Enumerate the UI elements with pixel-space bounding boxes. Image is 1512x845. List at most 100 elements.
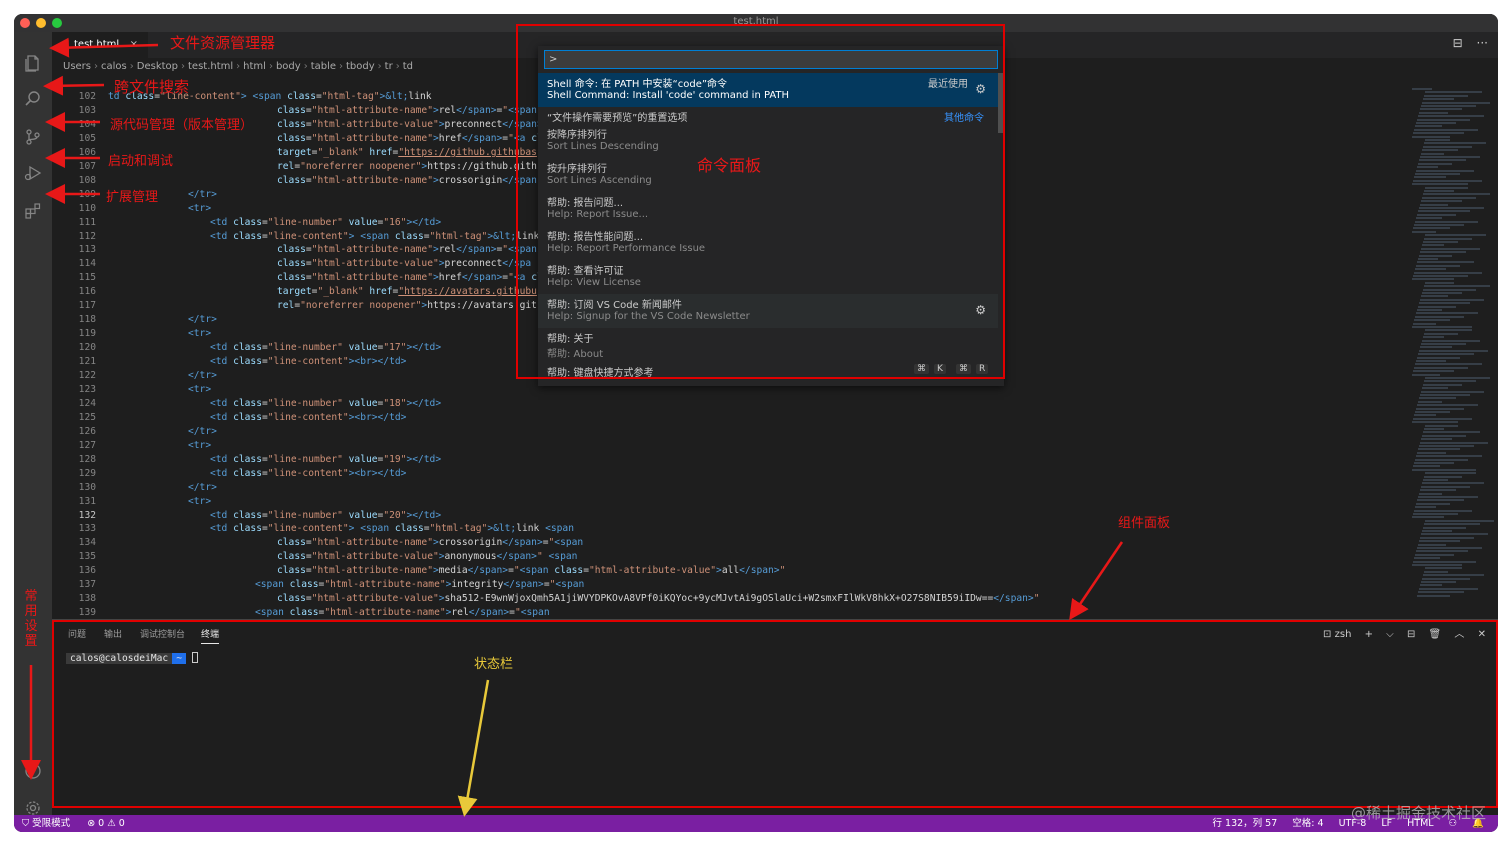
code-token: <td <box>210 467 234 479</box>
more-actions-icon[interactable]: ··· <box>1477 36 1488 50</box>
command-palette-item[interactable]: “文件操作需要预览”的重置选项 其他命令 <box>538 107 998 124</box>
code-line[interactable]: 137 <span class="html-attribute-name">int… <box>52 578 1392 592</box>
minimap-line <box>1415 506 1436 509</box>
breadcrumb-item[interactable]: calos <box>101 61 127 72</box>
minimap-line <box>1421 581 1456 583</box>
minimap-line <box>1419 111 1448 114</box>
extensions-icon[interactable] <box>23 202 43 222</box>
close-panel-icon[interactable]: ✕ <box>1478 629 1486 640</box>
line-number: 135 <box>78 551 96 563</box>
maximize-panel-icon[interactable]: ︿ <box>1454 629 1464 640</box>
palette-scrollbar[interactable] <box>998 73 1004 133</box>
code-token: <span <box>255 607 290 619</box>
breadcrumb-separator-icon: › <box>377 61 382 72</box>
code-line[interactable]: 131 <tr> <box>52 495 1392 509</box>
minimap-line <box>1415 553 1454 556</box>
code-line[interactable]: 130 </tr> <box>52 481 1392 495</box>
line-number: 123 <box>78 383 96 395</box>
accounts-icon[interactable] <box>23 762 43 782</box>
terminal-shell-selector[interactable]: ⊡ zsh <box>1323 629 1351 640</box>
window-title: test.html <box>733 16 779 27</box>
configure-keybinding-gear-icon[interactable]: ⚙ <box>975 82 986 96</box>
minimap-line <box>1414 128 1478 131</box>
command-palette-item[interactable]: 帮助: 键盘快捷方式参考 ⌘ K ⌘ R <box>538 362 998 379</box>
tab-test-html[interactable]: test.html × <box>52 32 148 58</box>
breadcrumb-item[interactable]: test.html <box>188 61 233 72</box>
breadcrumb-item[interactable]: tbody <box>346 61 375 72</box>
code-line[interactable]: 136 class="html-attribute-name">media</sp… <box>52 564 1392 578</box>
command-palette-item[interactable]: 按升序排列行 Sort Lines Ascending <box>538 158 998 192</box>
breadcrumb-item[interactable]: tr <box>385 61 393 72</box>
new-terminal-icon[interactable]: + <box>1365 629 1373 640</box>
command-palette-item[interactable]: 帮助: 查看许可证 Help: View License <box>538 260 998 294</box>
kill-terminal-icon[interactable]: 🗑 <box>1429 629 1442 640</box>
minimap-line <box>1423 98 1454 101</box>
terminal-prompt[interactable]: calos@calosdeiMac ~ <box>66 652 198 664</box>
breadcrumb-item[interactable]: Users <box>63 61 91 72</box>
minimap-line <box>1421 247 1480 250</box>
minimap-line <box>1421 485 1470 488</box>
run-debug-icon[interactable] <box>23 164 43 184</box>
minimap-line <box>1423 288 1476 291</box>
code-token: class <box>233 342 262 354</box>
command-palette-item[interactable]: Shell 命令: 在 PATH 中安装“code”命令 Shell Comman… <box>538 73 998 107</box>
tab-terminal[interactable]: 终端 <box>201 627 220 644</box>
code-token: <td <box>210 453 234 465</box>
split-editor-icon[interactable]: ⊟ <box>1453 36 1463 50</box>
command-palette-item[interactable]: 按降序排列行 Sort Lines Descending <box>538 124 998 158</box>
command-palette-item[interactable]: 帮助: 关于 帮助: About <box>538 328 998 362</box>
minimap-line <box>1416 312 1478 315</box>
code-token: "17" <box>383 342 407 354</box>
code-line[interactable]: 132 <td class="line-number" value="20"></… <box>52 509 1392 523</box>
tab-debug-console[interactable]: 调试控制台 <box>140 627 185 640</box>
restricted-mode-indicator[interactable]: ⛉ 受限模式 <box>22 818 70 829</box>
code-token: class <box>394 230 424 242</box>
breadcrumb-item[interactable]: html <box>243 61 266 72</box>
code-line[interactable]: 135 class="html-attribute-value">anonymou… <box>52 550 1392 564</box>
code-line[interactable]: 124 <td class="line-number" value="18"></… <box>52 397 1392 411</box>
command-palette-item[interactable]: 帮助: 订阅 VS Code 新闻邮件 Help: Signup for the … <box>538 294 998 328</box>
explorer-icon[interactable] <box>23 54 43 74</box>
code-line[interactable]: 133 <td class="line-content"> <span class… <box>52 522 1392 536</box>
command-palette-input[interactable]: > <box>544 50 998 69</box>
tab-output[interactable]: 输出 <box>104 627 122 640</box>
tab-close-icon[interactable]: × <box>130 32 138 58</box>
breadcrumb-item[interactable]: td <box>403 61 413 72</box>
other-commands-link[interactable]: 其他命令 <box>944 109 984 124</box>
code-token: class <box>277 537 306 549</box>
terminal-cursor <box>191 652 198 663</box>
code-token: class <box>277 593 306 605</box>
line-number: 126 <box>78 425 96 437</box>
search-icon[interactable] <box>23 90 43 110</box>
cursor-position[interactable]: 行 132，列 57 <box>1213 818 1278 829</box>
line-number: 134 <box>78 537 96 549</box>
code-line[interactable]: 134 class="html-attribute-name">crossorig… <box>52 536 1392 550</box>
breadcrumb-item[interactable]: Desktop <box>137 61 178 72</box>
configure-keybinding-gear-icon[interactable]: ⚙ <box>975 303 986 317</box>
code-line[interactable]: 129 <td class="line-content"><br></td> <box>52 467 1392 481</box>
code-token: class <box>277 258 306 270</box>
code-token: class <box>277 132 306 144</box>
code-line[interactable]: 126 </tr> <box>52 425 1392 439</box>
command-palette-item[interactable]: 帮助: 报告性能问题... Help: Report Performance Is… <box>538 226 998 260</box>
code-token: "html-attribute-value" <box>311 551 439 563</box>
breadcrumb-item[interactable]: table <box>311 61 336 72</box>
source-control-icon[interactable] <box>23 128 43 148</box>
code-line[interactable]: 128 <td class="line-number" value="19"></… <box>52 453 1392 467</box>
split-terminal-icon[interactable]: ⊟ <box>1407 629 1415 640</box>
code-token: <td <box>210 509 234 521</box>
minimap[interactable] <box>1406 76 1494 619</box>
minimap-line <box>1413 322 1436 325</box>
code-line[interactable]: 125 <td class="line-content"><br></td> <box>52 411 1392 425</box>
code-line[interactable]: 127 <tr> <box>52 439 1392 453</box>
terminal-dropdown-icon[interactable]: ⌵ <box>1386 629 1394 640</box>
code-line[interactable]: 139 <span class="html-attribute-name">rel… <box>52 606 1392 619</box>
code-line[interactable]: 138 class="html-attribute-value">sha512-E… <box>52 592 1392 606</box>
problems-indicator[interactable]: ⊗ 0 ⚠ 0 <box>87 818 125 829</box>
tab-problems[interactable]: 问题 <box>68 627 86 640</box>
breadcrumb-item[interactable]: body <box>276 61 301 72</box>
minimap-line <box>1415 458 1468 461</box>
command-detail: Sort Lines Descending <box>547 141 659 152</box>
indentation[interactable]: 空格: 4 <box>1292 818 1323 829</box>
command-palette-item[interactable]: 帮助: 报告问题... Help: Report Issue... <box>538 192 998 226</box>
